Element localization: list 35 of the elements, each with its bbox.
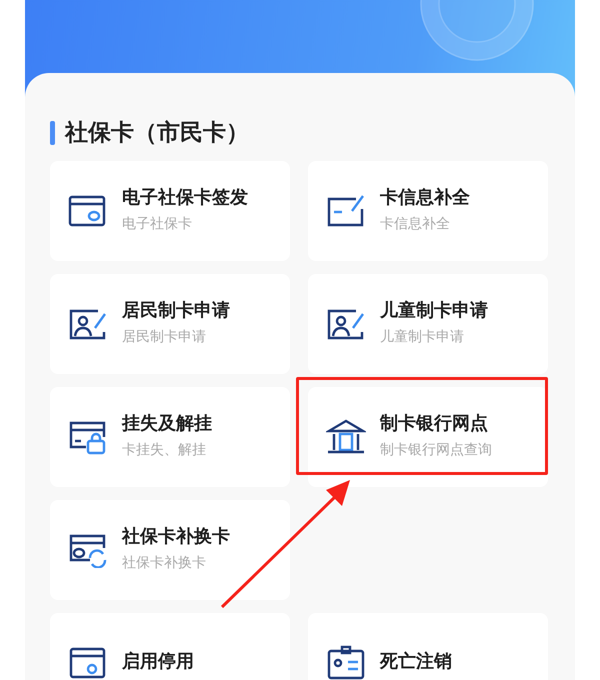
tile-title: 居民制卡申请 — [122, 299, 230, 322]
service-tile[interactable]: 制卡银行网点 制卡银行网点查询 — [308, 387, 548, 487]
service-tile[interactable]: 社保卡补换卡 社保卡补换卡 — [50, 500, 290, 600]
tile-subtitle: 制卡银行网点查询 — [380, 441, 492, 459]
tile-title: 死亡注销 — [380, 650, 452, 673]
card-edit-icon — [326, 193, 366, 229]
tile-subtitle: 居民制卡申请 — [122, 328, 207, 346]
tile-title: 启用停用 — [122, 650, 194, 673]
service-tile[interactable]: 居民制卡申请 居民制卡申请 — [50, 274, 290, 374]
card-lock-icon — [68, 419, 108, 455]
service-tile[interactable]: 启用停用 — [50, 613, 290, 680]
tile-subtitle: 卡挂失、解挂 — [122, 441, 207, 459]
service-tile[interactable]: 电子社保卡签发 电子社保卡 — [50, 161, 290, 261]
card-icon — [68, 193, 108, 229]
tile-title: 卡信息补全 — [380, 186, 470, 209]
section-title: 社保卡（市民卡） — [65, 119, 249, 148]
bank-icon — [326, 419, 366, 455]
service-tile[interactable]: 挂失及解挂 卡挂失、解挂 — [50, 387, 290, 487]
card-refresh-icon — [68, 532, 108, 568]
tile-title: 电子社保卡签发 — [122, 186, 248, 209]
tile-title: 社保卡补换卡 — [122, 525, 230, 548]
emblem-icon — [419, 0, 535, 62]
title-accent-bar — [50, 120, 55, 144]
tile-title: 挂失及解挂 — [122, 412, 212, 435]
service-tile[interactable]: 卡信息补全 卡信息补全 — [308, 161, 548, 261]
tile-subtitle: 电子社保卡 — [122, 215, 193, 233]
tile-title: 儿童制卡申请 — [380, 299, 488, 322]
id-badge-icon — [326, 645, 366, 680]
tile-subtitle: 儿童制卡申请 — [380, 328, 465, 346]
card-icon — [68, 645, 108, 680]
tile-subtitle: 卡信息补全 — [380, 215, 451, 233]
tile-title: 制卡银行网点 — [380, 412, 489, 435]
service-tile[interactable]: 儿童制卡申请 儿童制卡申请 — [308, 274, 548, 374]
service-tile[interactable]: 死亡注销 — [308, 613, 548, 680]
tile-subtitle: 社保卡补换卡 — [122, 554, 207, 572]
